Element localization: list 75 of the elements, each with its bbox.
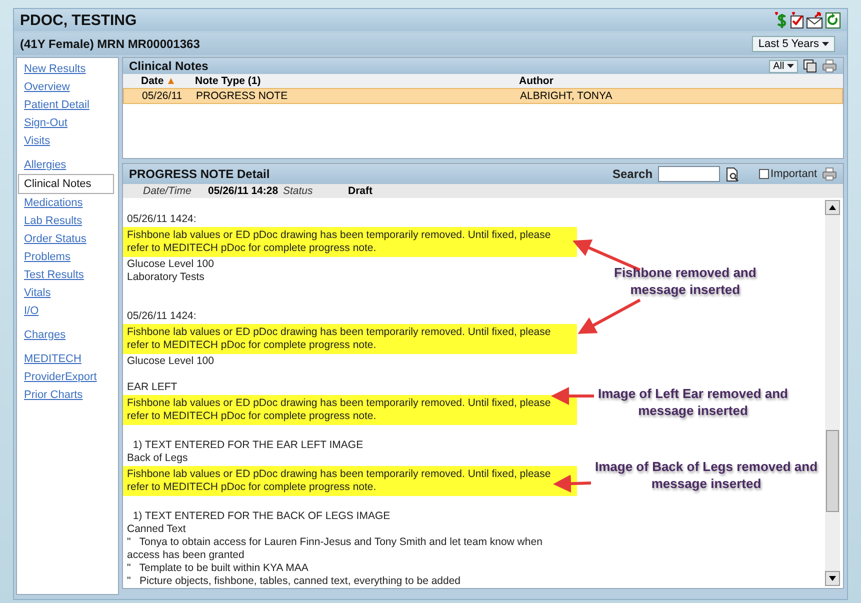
highlighted-message: Fishbone lab values or ED pDoc drawing has been temporarily removed. Until fixed, please refer to MEDITECH pDoc for complete progress note. (123, 466, 577, 496)
table-cell-text: PROGRESS NOTE (196, 90, 289, 102)
checklist-icon[interactable] (789, 12, 805, 28)
checkbox-label: Important (770, 168, 817, 180)
note-row[interactable]: 05/26/11 PROGRESS NOTE ALBRIGHT, TONYA (123, 88, 843, 104)
field-label: Date/Time (143, 185, 192, 197)
sidebar-link[interactable]: Vitals (21, 284, 114, 302)
sidebar-link[interactable]: Overview (21, 78, 114, 96)
sidebar-link[interactable]: Problems (21, 248, 114, 266)
note-text: EAR LEFT (126, 381, 178, 394)
field-value: 05/26/11 14:28 (208, 185, 280, 197)
search-field[interactable] (658, 166, 720, 182)
annotation-text: Image of Back of Legs removed and message inserted (595, 458, 818, 492)
sidebar-link[interactable]: Order Status (21, 230, 114, 248)
refresh-icon[interactable] (825, 12, 841, 28)
table-cell-text: ALBRIGHT, TONYA (520, 90, 614, 102)
note-text: Glucose Level 100 (126, 258, 214, 271)
scroll-thumb[interactable] (826, 430, 839, 512)
copy-icon[interactable] (803, 59, 817, 73)
panel-title: PROGRESS NOTE Detail (129, 167, 270, 181)
sidebar-link[interactable]: Medications (21, 194, 114, 212)
note-text: Back of Legs (126, 452, 188, 465)
sidebar-link[interactable]: Allergies (21, 156, 114, 174)
sidebar-link[interactable]: Sign-Out (21, 114, 114, 132)
search-icon[interactable] (724, 166, 740, 182)
arrow (578, 298, 641, 334)
window-title: PDOC, TESTING (20, 12, 137, 28)
highlighted-message: Fishbone lab values or ED pDoc drawing has been temporarily removed. Until fixed, please refer to MEDITECH pDoc for complete progress note. (123, 324, 577, 354)
note-text: Laboratory Tests (126, 271, 204, 284)
annotation-text: Image of Left Ear removed and message inserted (598, 385, 788, 419)
sidebar-link[interactable]: ProviderExport (21, 368, 114, 386)
annotation-text: Fishbone removed and message inserted (614, 264, 756, 298)
scroll-down-icon[interactable] (825, 571, 840, 586)
caret-icon (787, 64, 794, 68)
search-label: Search (612, 167, 653, 181)
note-text: 1) TEXT ENTERED FOR THE EAR LEFT IMAGE (132, 439, 364, 452)
sidebar-link[interactable]: Clinical Notes (18, 174, 114, 194)
sidebar-link[interactable]: I/O (21, 302, 114, 320)
important-checkbox[interactable] (758, 169, 769, 179)
printer-icon[interactable] (822, 167, 837, 181)
arrow (551, 387, 594, 405)
note-text: Canned Text (126, 523, 186, 536)
highlighted-message: Fishbone lab values or ED pDoc drawing has been temporarily removed. Until fixed, please refer to MEDITECH pDoc for complete progress note. (123, 227, 577, 257)
field-label: Status (283, 185, 314, 197)
sidebar-link[interactable]: Test Results (21, 266, 114, 284)
column-header[interactable]: Note Type (1) (195, 75, 519, 87)
note-text: " Template to be built within KYA MAA (126, 562, 308, 575)
panel-title: Clinical Notes (129, 59, 208, 73)
note-text: 05/26/11 1424: (126, 310, 196, 323)
column-header[interactable]: Date (123, 75, 195, 87)
field-value: Draft (348, 185, 374, 197)
note-text: " Tonya to obtain access for Lauren Finn-Jesus and Tony Smith and let team know when access has been granted (126, 536, 542, 562)
sidebar-link[interactable]: MEDITECH (21, 350, 114, 368)
sidebar-link[interactable]: Prior Charts (21, 386, 114, 404)
filter-dropdown[interactable]: All (769, 60, 798, 72)
sidebar-link[interactable]: Lab Results (21, 212, 114, 230)
sidebar-link[interactable]: Charges (21, 326, 114, 344)
column-header[interactable]: Author (519, 75, 843, 87)
sidebar-link[interactable]: New Results (21, 60, 114, 78)
sidebar-link[interactable]: Patient Detail (21, 96, 114, 114)
scroll-up-icon[interactable] (825, 200, 840, 215)
sidebar-link[interactable]: Visits (21, 132, 114, 150)
caret-icon (822, 42, 829, 46)
table-cell-text: 05/26/11 (141, 90, 184, 102)
note-text: 05/26/11 1424: (126, 213, 196, 226)
envelope-icon[interactable] (806, 12, 824, 28)
note-text: 1) TEXT ENTERED FOR THE BACK OF LEGS IMAGE (132, 510, 390, 523)
note-text: " Picture objects, fishbone, tables, canned text, everything to be added (126, 575, 461, 588)
date-range-dropdown[interactable]: Last 5 Years (752, 36, 835, 52)
patient-header: (41Y Female) MRN MR00001363 (20, 37, 200, 51)
printer-icon[interactable] (822, 59, 837, 73)
arrow (553, 474, 592, 493)
highlighted-message: Fishbone lab values or ED pDoc drawing has been temporarily removed. Until fixed, please refer to MEDITECH pDoc for complete progress note. (123, 395, 577, 425)
note-text: Glucose Level 100 (126, 355, 214, 368)
scrollbar[interactable] (825, 200, 840, 586)
